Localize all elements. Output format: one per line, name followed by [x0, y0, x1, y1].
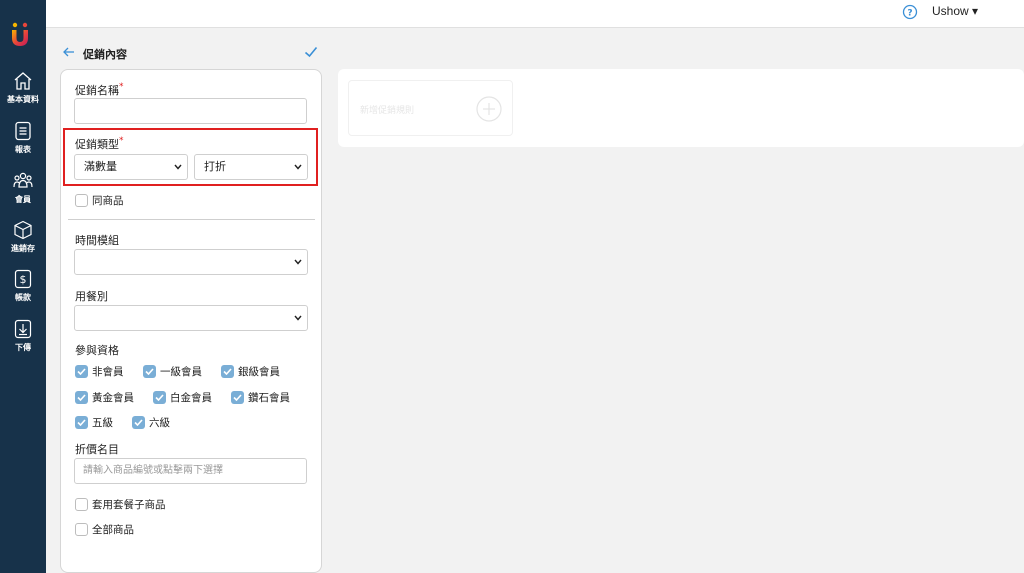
checkbox-label: 套用套餐子商品: [92, 499, 166, 511]
checkbox-unchecked[interactable]: [75, 498, 88, 511]
home-icon: [14, 72, 32, 90]
chevron-down-icon: [174, 164, 182, 170]
checkbox-checked[interactable]: [231, 391, 244, 404]
help-icon[interactable]: ?: [902, 4, 918, 20]
checkbox-label: 全部商品: [92, 524, 134, 536]
checkbox-label: 同商品: [92, 195, 124, 207]
checkbox-checked[interactable]: [132, 416, 145, 429]
checkbox-checked[interactable]: [75, 365, 88, 378]
box-icon: [14, 220, 32, 240]
back-arrow-icon[interactable]: [62, 45, 76, 59]
save-check-icon[interactable]: [303, 44, 319, 60]
promotion-type-label: 促銷類型*: [75, 136, 124, 152]
sidebar-item-label: 帳款: [15, 293, 31, 302]
checkbox-label: 五級: [92, 417, 113, 429]
eligibility-checkbox-silver[interactable]: 銀級會員: [221, 364, 280, 379]
same-product-checkbox[interactable]: 同商品: [75, 193, 124, 208]
checkbox-label: 鑽石會員: [248, 392, 290, 404]
chevron-down-icon: [294, 259, 302, 265]
checkbox-checked[interactable]: [75, 416, 88, 429]
promotion-type-value: 滿數量: [84, 160, 117, 173]
all-products-checkbox[interactable]: 全部商品: [75, 522, 134, 537]
sidebar-item-inventory[interactable]: 進銷存: [0, 219, 46, 254]
sidebar-item-label: 進銷存: [11, 244, 35, 253]
plus-circle-icon: [476, 96, 502, 122]
sidebar-item-label: 基本資料: [7, 95, 39, 104]
user-menu[interactable]: Ushow ▾: [932, 4, 978, 18]
dollar-icon: $: [14, 269, 32, 289]
meal-type-select[interactable]: [74, 305, 308, 331]
checkbox-label: 白金會員: [170, 392, 212, 404]
sidebar-item-label: 報表: [15, 145, 31, 154]
divider: [68, 219, 315, 220]
sidebar: 基本資料 報表 會員 進銷存 $ 帳款 下傳: [0, 0, 46, 573]
checkbox-checked[interactable]: [143, 365, 156, 378]
checkbox-label: 一級會員: [160, 366, 202, 378]
page-title: 促銷內容: [83, 48, 127, 61]
checkbox-label: 黃金會員: [92, 392, 134, 404]
add-rule-label: 新增促銷規則: [360, 106, 415, 116]
sidebar-item-label: 下傳: [15, 343, 31, 352]
checkbox-unchecked[interactable]: [75, 523, 88, 536]
eligibility-label: 參與資格: [75, 344, 119, 357]
checkbox-unchecked[interactable]: [75, 194, 88, 207]
sidebar-item-members[interactable]: 會員: [0, 170, 46, 205]
sidebar-item-label: 會員: [15, 195, 31, 204]
svg-text:$: $: [20, 273, 27, 286]
promotion-type-select[interactable]: 滿數量: [74, 154, 188, 180]
add-promotion-rule-button[interactable]: 新增促銷規則: [348, 80, 513, 136]
checkbox-label: 銀級會員: [238, 366, 280, 378]
promotion-name-label: 促銷名稱*: [75, 82, 124, 98]
time-template-label: 時間模組: [75, 234, 119, 247]
checkbox-checked[interactable]: [75, 391, 88, 404]
required-mark: *: [119, 82, 124, 92]
checkbox-label: 六級: [149, 417, 170, 429]
svg-text:?: ?: [907, 9, 912, 19]
checkbox-label: 非會員: [92, 366, 124, 378]
eligibility-checkbox-gold[interactable]: 黃金會員: [75, 390, 134, 405]
chevron-down-icon: [294, 315, 302, 321]
discount-items-label: 折價名目: [75, 443, 119, 456]
app-logo[interactable]: [9, 22, 31, 48]
promotion-name-label-text: 促銷名稱: [75, 84, 119, 97]
apply-combo-checkbox[interactable]: 套用套餐子商品: [75, 497, 166, 512]
eligibility-checkbox-level-5[interactable]: 五級: [75, 415, 113, 430]
eligibility-checkbox-level-6[interactable]: 六級: [132, 415, 170, 430]
sidebar-item-basic-data[interactable]: 基本資料: [0, 70, 46, 105]
promotion-name-input[interactable]: [74, 98, 307, 124]
time-template-select[interactable]: [74, 249, 308, 275]
members-icon: [13, 172, 33, 188]
eligibility-checkbox-platinum[interactable]: 白金會員: [153, 390, 212, 405]
chevron-down-icon: [294, 164, 302, 170]
sidebar-item-accounts[interactable]: $ 帳款: [0, 268, 46, 303]
download-icon: [14, 319, 32, 339]
eligibility-checkbox-non-member[interactable]: 非會員: [75, 364, 124, 379]
promotion-method-select[interactable]: 打折: [194, 154, 308, 180]
report-icon: [15, 121, 31, 141]
checkbox-checked[interactable]: [153, 391, 166, 404]
meal-type-label: 用餐別: [75, 290, 108, 303]
sidebar-item-reports[interactable]: 報表: [0, 120, 46, 155]
discount-items-input[interactable]: 請輸入商品編號或點擊兩下選擇: [74, 458, 307, 484]
eligibility-checkbox-diamond[interactable]: 鑽石會員: [231, 390, 290, 405]
eligibility-checkbox-level-1[interactable]: 一級會員: [143, 364, 202, 379]
sidebar-item-download[interactable]: 下傳: [0, 318, 46, 353]
promotion-type-label-text: 促銷類型: [75, 138, 119, 151]
promotion-method-value: 打折: [204, 160, 226, 173]
top-bar: [46, 0, 1024, 28]
checkbox-checked[interactable]: [221, 365, 234, 378]
required-mark: *: [119, 136, 124, 146]
